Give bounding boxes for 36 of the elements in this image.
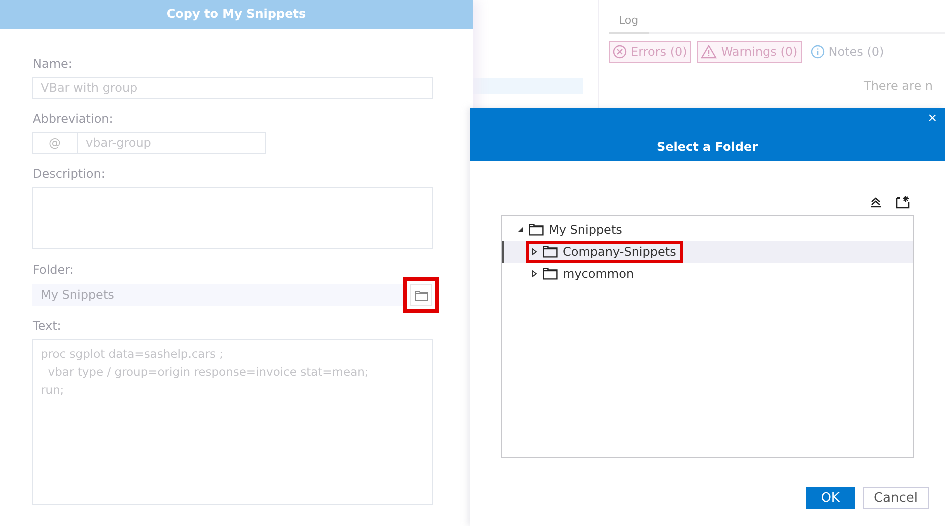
collapsed-arrow-icon[interactable] bbox=[531, 270, 538, 278]
abbreviation-prefix: @ bbox=[32, 132, 78, 154]
browse-folder-button[interactable] bbox=[403, 277, 439, 313]
warnings-filter[interactable]: Warnings (0) bbox=[697, 41, 802, 63]
info-icon bbox=[810, 45, 825, 59]
field-label: Description: bbox=[33, 167, 106, 181]
warning-icon bbox=[701, 45, 718, 59]
tree-item[interactable]: Company-Snippets bbox=[526, 241, 684, 263]
tree-item[interactable]: My Snippets bbox=[512, 219, 630, 241]
name-field[interactable]: VBar with group bbox=[32, 77, 433, 99]
tree-item[interactable]: mycommon bbox=[526, 263, 642, 285]
cancel-button[interactable]: Cancel bbox=[862, 487, 929, 509]
field-label: Abbreviation: bbox=[33, 112, 114, 126]
errors-filter[interactable]: Errors (0) bbox=[609, 41, 692, 63]
ok-button[interactable]: OK bbox=[806, 487, 855, 509]
close-button[interactable]: × bbox=[926, 111, 939, 127]
collapse-all-icon[interactable] bbox=[870, 196, 882, 208]
abbreviation-field[interactable]: vbar-group bbox=[78, 132, 266, 154]
folder-icon bbox=[543, 246, 558, 258]
log-message: There are n bbox=[864, 79, 934, 93]
field-label: Name: bbox=[33, 57, 72, 71]
field-label: Text: bbox=[33, 319, 62, 333]
folder-icon bbox=[529, 224, 544, 236]
new-folder-icon[interactable] bbox=[896, 195, 911, 209]
folder-icon bbox=[414, 290, 428, 300]
collapsed-arrow-icon[interactable] bbox=[531, 248, 538, 256]
folder-field[interactable]: My Snippets bbox=[32, 284, 403, 306]
snippet-text-field[interactable]: proc sgplot data=sashelp.cars ; vbar type / group=origin response=invoice stat=mean; run; bbox=[32, 339, 433, 505]
expanded-arrow-icon[interactable] bbox=[517, 226, 524, 234]
dialog-title: Copy to My Snippets bbox=[0, 0, 473, 29]
folder-icon bbox=[543, 268, 558, 280]
field-label: Folder: bbox=[33, 263, 74, 277]
error-icon bbox=[613, 45, 627, 59]
log-tab[interactable]: Log bbox=[609, 10, 649, 34]
description-field[interactable] bbox=[32, 187, 433, 249]
dialog-title: Select a Folder bbox=[656, 140, 758, 154]
